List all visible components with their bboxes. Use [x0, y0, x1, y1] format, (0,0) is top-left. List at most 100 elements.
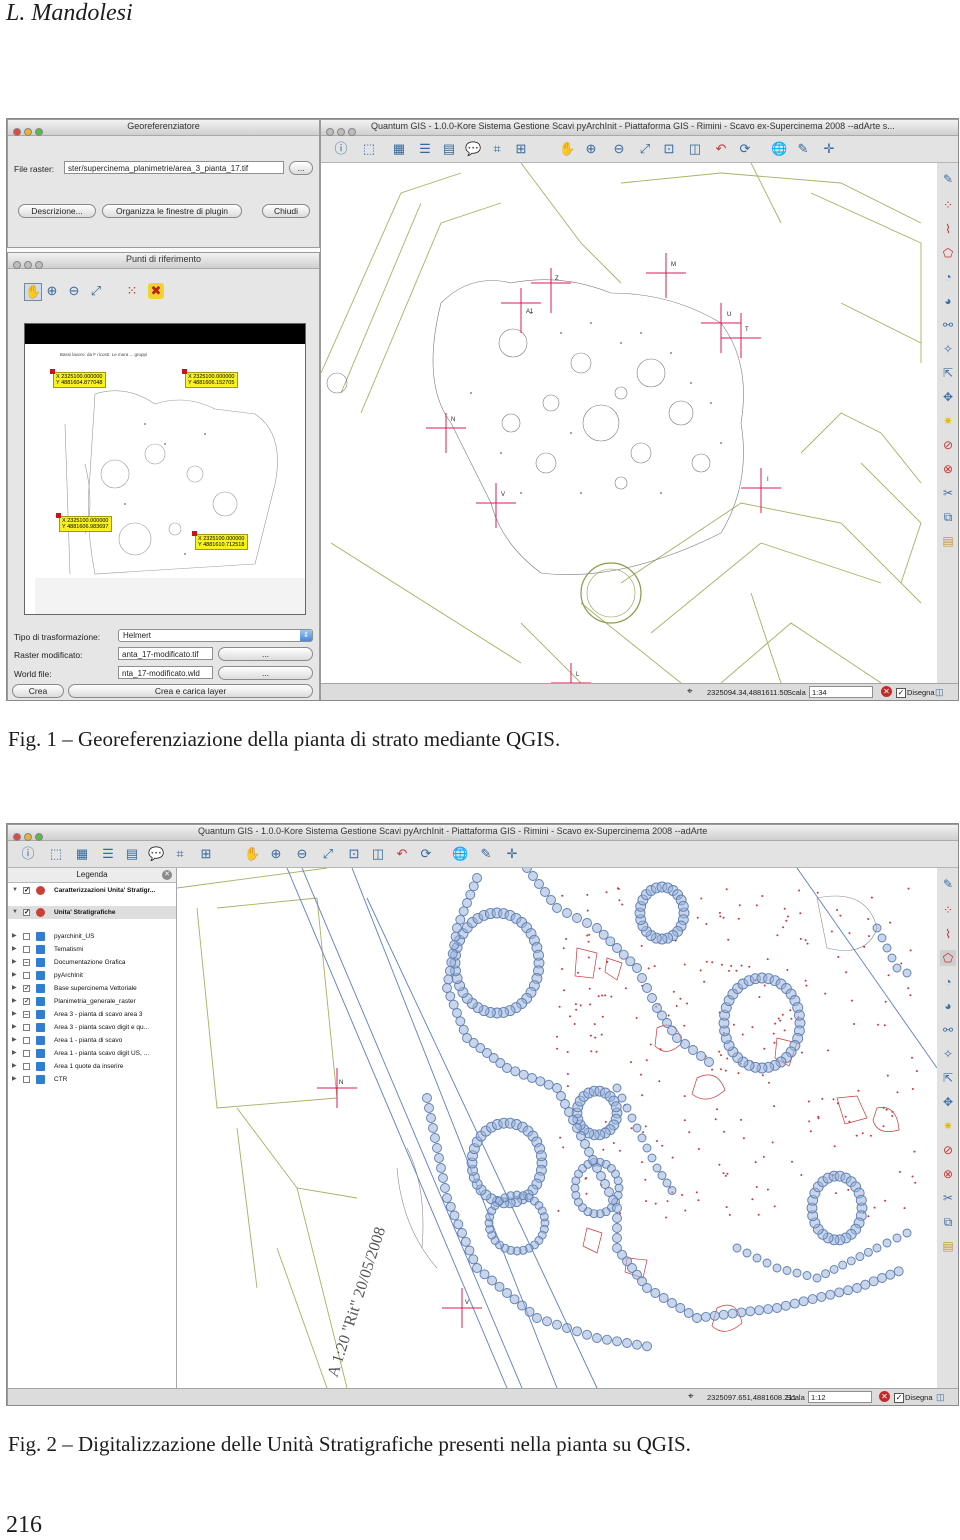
zoom-last-icon[interactable]: ↶ [713, 141, 729, 157]
zoom-last-icon[interactable]: ↶ [394, 846, 410, 862]
zoom-in-icon[interactable]: ⊕ [583, 141, 599, 157]
legend-layer[interactable]: ▶ Tematismi [8, 943, 176, 956]
legend-layer[interactable]: ▶ ✓ Base supercinema Vettoriale [8, 982, 176, 995]
zoom-out-icon[interactable]: ⊖ [294, 846, 310, 862]
qgis-titlebar[interactable]: Quantum GIS - 1.0.0-Kore Sistema Gestion… [8, 825, 958, 841]
layer-checkbox[interactable] [23, 1024, 30, 1031]
zoom-in-icon[interactable]: ⊕ [268, 846, 284, 862]
render-checkbox[interactable]: ✓ [894, 1393, 904, 1403]
map-canvas[interactable]: A1 Z M U T N V I L [321, 163, 937, 683]
layer-checkbox[interactable] [23, 1050, 30, 1057]
organize-windows-button[interactable]: Organizza le finestre di plugin [102, 204, 242, 218]
star-icon[interactable]: ✷ [940, 1118, 956, 1134]
expand-triangle-icon[interactable]: ▶ [12, 1034, 17, 1047]
browse-raster-button[interactable]: ... [289, 161, 313, 175]
crs-icon[interactable]: ◫ [935, 687, 944, 698]
description-button[interactable]: Descrizione... [18, 204, 96, 218]
expand-triangle-icon[interactable]: ▶ [12, 930, 17, 943]
expand-triangle-icon[interactable]: ▶ [12, 1047, 17, 1060]
expand-triangle-icon[interactable]: ▶ [12, 1008, 17, 1021]
zoom-out-icon[interactable]: ⊖ [611, 141, 627, 157]
delete-part-icon[interactable]: ⊘ [940, 437, 956, 453]
legend-layer[interactable]: ▶ Area 3 - pianta scavo digit e qu... [8, 1021, 176, 1034]
add-line-icon[interactable]: ⌇ [940, 221, 956, 237]
plugin-icon[interactable]: ✎ [478, 846, 494, 862]
layer-checkbox[interactable]: ✓ [23, 998, 30, 1005]
legend-layer[interactable]: ▶ ✓ Planimetria_generale_raster [8, 995, 176, 1008]
layer-checkbox[interactable] [23, 1076, 30, 1083]
add-point-icon[interactable]: ⁘ [940, 197, 956, 213]
refresh-icon[interactable]: ⟳ [737, 141, 753, 157]
collapse-triangle-icon[interactable]: ▼ [12, 884, 18, 897]
file-raster-input[interactable]: ster/supercinema_planimetrie/area_3_pian… [64, 161, 284, 174]
copy-icon[interactable]: ⧉ [940, 1214, 956, 1230]
modified-raster-input[interactable]: anta_17-modificato.tif [118, 647, 213, 660]
zoom-full-icon[interactable]: ⤢ [320, 846, 336, 862]
raster-preview[interactable]: Bassi lavoro: da F ricostr. Le mura ... … [24, 323, 306, 615]
zoom-selection-icon[interactable]: ⊡ [346, 846, 362, 862]
expand-triangle-icon[interactable]: ▶ [12, 1021, 17, 1034]
identify-icon[interactable]: ⓘ [20, 846, 36, 862]
stop-render-icon[interactable]: ✕ [879, 1391, 890, 1402]
legend-layer-group[interactable]: ▼ ✓ Unita' Stratigrafiche [8, 906, 176, 919]
layer-checkbox[interactable] [23, 1037, 30, 1044]
scale-input[interactable]: 1:12 [808, 1391, 872, 1403]
select-icon[interactable]: ⬚ [361, 141, 377, 157]
select-icon[interactable]: ⬚ [48, 846, 64, 862]
legend-layer[interactable]: ▶ pyarchinit_US [8, 930, 176, 943]
add-point-icon[interactable]: ⁘ [940, 902, 956, 918]
annotation-icon[interactable]: 💬 [148, 846, 164, 862]
move-feature-icon[interactable]: ◔ [940, 974, 956, 990]
stop-render-icon[interactable]: ✕ [881, 686, 892, 697]
refresh-icon[interactable]: ⟳ [418, 846, 434, 862]
close-icon[interactable]: ✕ [162, 870, 172, 880]
legend-layer[interactable]: ▶ Area 1 - pianta di scavo [8, 1034, 176, 1047]
coords-icon[interactable]: ⌖ [688, 1391, 694, 1402]
expand-triangle-icon[interactable]: ▶ [12, 956, 17, 969]
node-tool-icon[interactable]: ◕ [940, 293, 956, 309]
erase-icon[interactable]: ⊗ [940, 1166, 956, 1182]
split-icon[interactable]: ⚯ [940, 1022, 956, 1038]
crs-icon[interactable]: ◫ [936, 1392, 945, 1403]
expand-triangle-icon[interactable]: ▶ [12, 943, 17, 956]
zoom-layer-icon[interactable]: ◫ [687, 141, 703, 157]
legend-layer-group[interactable]: ▼ ✓ Caratterizzazioni Unita' Stratigr... [8, 884, 176, 897]
georeferencer-titlebar[interactable]: Georeferenziatore [8, 120, 319, 136]
reshape-icon[interactable]: ⇱ [940, 365, 956, 381]
layer-checkbox[interactable]: – [23, 1011, 30, 1018]
move-icon[interactable]: ✛ [504, 846, 520, 862]
vertex-icon[interactable]: ✧ [940, 1046, 956, 1062]
map-canvas[interactable]: N V A 1:20 "Rit" 20/05/2008 [177, 868, 937, 1388]
node-tool-icon[interactable]: ◕ [940, 998, 956, 1014]
legend-layer[interactable]: ▶ – Documentazione Grafica [8, 956, 176, 969]
map-icon[interactable]: ▤ [441, 141, 457, 157]
layers-icon[interactable]: ☰ [100, 846, 116, 862]
move-feature-icon[interactable]: ◔ [940, 269, 956, 285]
cut-icon[interactable]: ✂ [940, 1190, 956, 1206]
zoom-in-icon[interactable]: ⊕ [44, 283, 60, 299]
legend-layer[interactable]: ▶ Area 1 quote da inserire [8, 1060, 176, 1073]
expand-triangle-icon[interactable]: ▶ [12, 1073, 17, 1086]
pan-tool-icon[interactable]: ✋ [24, 283, 42, 301]
globe-icon[interactable]: 🌐 [771, 141, 787, 157]
table-icon[interactable]: ▦ [74, 846, 90, 862]
annotation-icon[interactable]: 💬 [465, 141, 481, 157]
plugin-icon[interactable]: ✎ [795, 141, 811, 157]
measure-icon[interactable]: ⌗ [172, 846, 188, 862]
expand-triangle-icon[interactable]: ▶ [12, 995, 17, 1008]
browse-world-button[interactable]: ... [218, 666, 313, 680]
paste-icon[interactable]: ▤ [940, 533, 956, 549]
close-button[interactable]: Chiudi [262, 204, 310, 218]
pan-icon[interactable]: ✋ [244, 846, 260, 862]
grid-icon[interactable]: ⊞ [513, 141, 529, 157]
expand-triangle-icon[interactable]: ▶ [12, 1060, 17, 1073]
map-icon[interactable]: ▤ [124, 846, 140, 862]
coords-icon[interactable]: ⌖ [687, 686, 693, 697]
layer-checkbox[interactable]: ✓ [23, 985, 30, 992]
browse-modified-button[interactable]: ... [218, 647, 313, 661]
layer-checkbox[interactable] [23, 933, 30, 940]
layer-checkbox[interactable] [23, 946, 30, 953]
zoom-layer-icon[interactable]: ◫ [370, 846, 386, 862]
star-icon[interactable]: ✷ [940, 413, 956, 429]
copy-icon[interactable]: ⧉ [940, 509, 956, 525]
